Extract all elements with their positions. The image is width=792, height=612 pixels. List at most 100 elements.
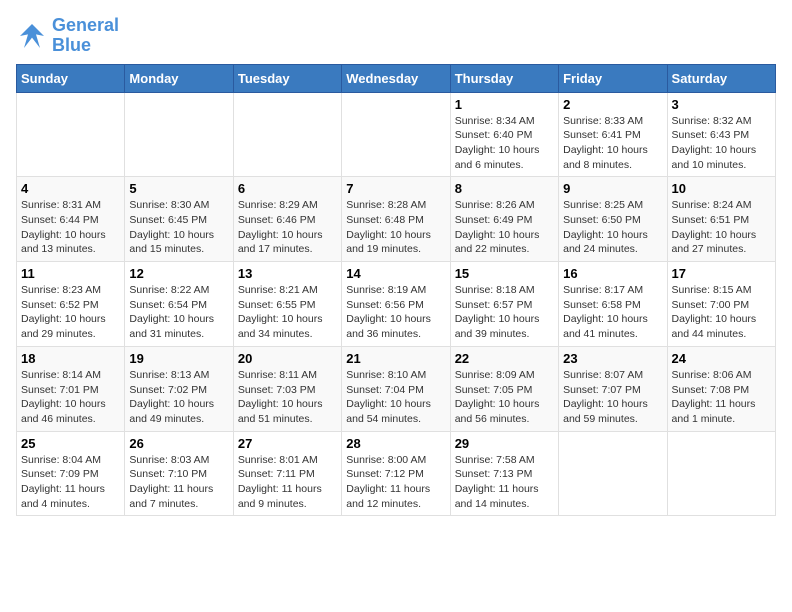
calendar-cell: 15 Sunrise: 8:18 AM Sunset: 6:57 PM Dayli… [450, 262, 558, 347]
header-saturday: Saturday [667, 64, 775, 92]
day-info: Sunrise: 8:17 AM Sunset: 6:58 PM Dayligh… [563, 283, 662, 342]
day-info: Sunrise: 8:21 AM Sunset: 6:55 PM Dayligh… [238, 283, 337, 342]
day-number: 4 [21, 181, 120, 196]
day-number: 25 [21, 436, 120, 451]
header-friday: Friday [559, 64, 667, 92]
day-number: 7 [346, 181, 445, 196]
calendar-cell: 23 Sunrise: 8:07 AM Sunset: 7:07 PM Dayli… [559, 346, 667, 431]
header-thursday: Thursday [450, 64, 558, 92]
calendar-cell: 16 Sunrise: 8:17 AM Sunset: 6:58 PM Dayli… [559, 262, 667, 347]
calendar-cell [559, 431, 667, 516]
calendar-week-4: 18 Sunrise: 8:14 AM Sunset: 7:01 PM Dayli… [17, 346, 776, 431]
day-number: 5 [129, 181, 228, 196]
calendar-cell: 5Sunrise: 8:30 AM Sunset: 6:45 PM Daylig… [125, 177, 233, 262]
day-number: 3 [672, 97, 771, 112]
day-number: 15 [455, 266, 554, 281]
calendar-cell: 9 Sunrise: 8:25 AM Sunset: 6:50 PM Daylig… [559, 177, 667, 262]
day-number: 22 [455, 351, 554, 366]
calendar-cell: 22Sunrise: 8:09 AM Sunset: 7:05 PM Dayli… [450, 346, 558, 431]
day-number: 14 [346, 266, 445, 281]
day-info: Sunrise: 8:19 AM Sunset: 6:56 PM Dayligh… [346, 283, 445, 342]
day-number: 19 [129, 351, 228, 366]
day-info: Sunrise: 8:31 AM Sunset: 6:44 PM Dayligh… [21, 198, 120, 257]
calendar-cell: 19 Sunrise: 8:13 AM Sunset: 7:02 PM Dayli… [125, 346, 233, 431]
day-number: 1 [455, 97, 554, 112]
calendar-cell: 4 Sunrise: 8:31 AM Sunset: 6:44 PM Daylig… [17, 177, 125, 262]
logo-text: General Blue [52, 16, 119, 56]
day-number: 2 [563, 97, 662, 112]
day-info: Sunrise: 8:10 AM Sunset: 7:04 PM Dayligh… [346, 368, 445, 427]
day-info: Sunrise: 8:29 AM Sunset: 6:46 PM Dayligh… [238, 198, 337, 257]
calendar-cell [233, 92, 341, 177]
calendar-cell [667, 431, 775, 516]
calendar-cell: 25 Sunrise: 8:04 AM Sunset: 7:09 PM Dayli… [17, 431, 125, 516]
header-monday: Monday [125, 64, 233, 92]
calendar-cell: 1Sunrise: 8:34 AM Sunset: 6:40 PM Daylig… [450, 92, 558, 177]
calendar-cell: 10Sunrise: 8:24 AM Sunset: 6:51 PM Dayli… [667, 177, 775, 262]
calendar-cell [17, 92, 125, 177]
calendar-cell: 12Sunrise: 8:22 AM Sunset: 6:54 PM Dayli… [125, 262, 233, 347]
calendar-cell: 24 Sunrise: 8:06 AM Sunset: 7:08 PM Dayli… [667, 346, 775, 431]
day-number: 17 [672, 266, 771, 281]
day-number: 20 [238, 351, 337, 366]
day-info: Sunrise: 8:26 AM Sunset: 6:49 PM Dayligh… [455, 198, 554, 257]
day-info: Sunrise: 8:04 AM Sunset: 7:09 PM Dayligh… [21, 453, 120, 512]
day-info: Sunrise: 8:00 AM Sunset: 7:12 PM Dayligh… [346, 453, 445, 512]
calendar-cell: 13 Sunrise: 8:21 AM Sunset: 6:55 PM Dayli… [233, 262, 341, 347]
day-info: Sunrise: 8:06 AM Sunset: 7:08 PM Dayligh… [672, 368, 771, 427]
header-tuesday: Tuesday [233, 64, 341, 92]
day-number: 27 [238, 436, 337, 451]
day-info: Sunrise: 8:18 AM Sunset: 6:57 PM Dayligh… [455, 283, 554, 342]
day-number: 6 [238, 181, 337, 196]
calendar-cell: 11Sunrise: 8:23 AM Sunset: 6:52 PM Dayli… [17, 262, 125, 347]
day-number: 12 [129, 266, 228, 281]
day-info: Sunrise: 8:28 AM Sunset: 6:48 PM Dayligh… [346, 198, 445, 257]
day-info: Sunrise: 8:33 AM Sunset: 6:41 PM Dayligh… [563, 114, 662, 173]
calendar-cell: 14 Sunrise: 8:19 AM Sunset: 6:56 PM Dayli… [342, 262, 450, 347]
day-info: Sunrise: 8:13 AM Sunset: 7:02 PM Dayligh… [129, 368, 228, 427]
calendar-cell: 3 Sunrise: 8:32 AM Sunset: 6:43 PM Daylig… [667, 92, 775, 177]
day-number: 26 [129, 436, 228, 451]
calendar-week-3: 11Sunrise: 8:23 AM Sunset: 6:52 PM Dayli… [17, 262, 776, 347]
day-info: Sunrise: 8:01 AM Sunset: 7:11 PM Dayligh… [238, 453, 337, 512]
day-number: 29 [455, 436, 554, 451]
header-wednesday: Wednesday [342, 64, 450, 92]
day-number: 8 [455, 181, 554, 196]
calendar-cell: 7 Sunrise: 8:28 AM Sunset: 6:48 PM Daylig… [342, 177, 450, 262]
day-number: 9 [563, 181, 662, 196]
calendar-cell: 29Sunrise: 7:58 AM Sunset: 7:13 PM Dayli… [450, 431, 558, 516]
calendar-table: SundayMondayTuesdayWednesdayThursdayFrid… [16, 64, 776, 517]
day-number: 23 [563, 351, 662, 366]
day-info: Sunrise: 8:11 AM Sunset: 7:03 PM Dayligh… [238, 368, 337, 427]
calendar-cell [342, 92, 450, 177]
calendar-cell: 6 Sunrise: 8:29 AM Sunset: 6:46 PM Daylig… [233, 177, 341, 262]
day-info: Sunrise: 8:15 AM Sunset: 7:00 PM Dayligh… [672, 283, 771, 342]
day-number: 13 [238, 266, 337, 281]
logo-icon [16, 20, 48, 52]
calendar-cell: 17 Sunrise: 8:15 AM Sunset: 7:00 PM Dayli… [667, 262, 775, 347]
day-number: 16 [563, 266, 662, 281]
calendar-cell [125, 92, 233, 177]
day-number: 18 [21, 351, 120, 366]
calendar-cell: 21 Sunrise: 8:10 AM Sunset: 7:04 PM Dayli… [342, 346, 450, 431]
day-info: Sunrise: 8:14 AM Sunset: 7:01 PM Dayligh… [21, 368, 120, 427]
day-number: 10 [672, 181, 771, 196]
calendar-cell: 8 Sunrise: 8:26 AM Sunset: 6:49 PM Daylig… [450, 177, 558, 262]
day-number: 11 [21, 266, 120, 281]
calendar-week-2: 4 Sunrise: 8:31 AM Sunset: 6:44 PM Daylig… [17, 177, 776, 262]
day-number: 24 [672, 351, 771, 366]
calendar-cell: 27 Sunrise: 8:01 AM Sunset: 7:11 PM Dayli… [233, 431, 341, 516]
logo: General Blue [16, 16, 119, 56]
day-number: 21 [346, 351, 445, 366]
calendar-cell: 26 Sunrise: 8:03 AM Sunset: 7:10 PM Dayli… [125, 431, 233, 516]
day-info: Sunrise: 8:25 AM Sunset: 6:50 PM Dayligh… [563, 198, 662, 257]
page-header: General Blue [16, 16, 776, 56]
header-sunday: Sunday [17, 64, 125, 92]
calendar-cell: 20 Sunrise: 8:11 AM Sunset: 7:03 PM Dayli… [233, 346, 341, 431]
day-info: Sunrise: 8:07 AM Sunset: 7:07 PM Dayligh… [563, 368, 662, 427]
day-info: Sunrise: 8:32 AM Sunset: 6:43 PM Dayligh… [672, 114, 771, 173]
calendar-cell: 18 Sunrise: 8:14 AM Sunset: 7:01 PM Dayli… [17, 346, 125, 431]
day-info: Sunrise: 8:03 AM Sunset: 7:10 PM Dayligh… [129, 453, 228, 512]
calendar-cell: 28Sunrise: 8:00 AM Sunset: 7:12 PM Dayli… [342, 431, 450, 516]
calendar-cell: 2 Sunrise: 8:33 AM Sunset: 6:41 PM Daylig… [559, 92, 667, 177]
